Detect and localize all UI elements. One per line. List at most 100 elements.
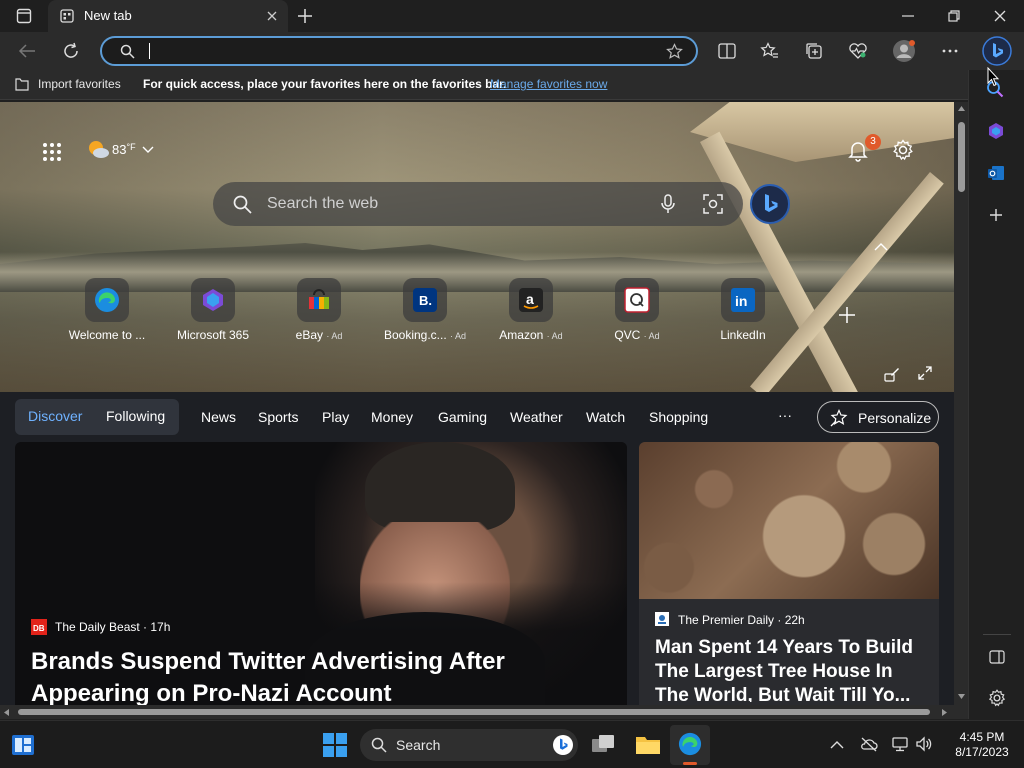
add-quick-link-plus-icon[interactable]: [838, 306, 856, 324]
quick-link[interactable]: a Amazon · Ad: [476, 278, 586, 342]
split-screen-icon[interactable]: [718, 43, 736, 59]
more-options-icon[interactable]: [942, 49, 958, 53]
web-search-box[interactable]: [213, 182, 743, 226]
temp-value: 83: [112, 142, 127, 157]
visual-search-icon[interactable]: [703, 194, 723, 214]
personalize-icon: [830, 409, 848, 427]
quick-link[interactable]: QVC · Ad: [582, 278, 692, 342]
ad-label: · Ad: [450, 331, 467, 341]
horizontal-scrollbar[interactable]: [0, 705, 968, 719]
web-search-input[interactable]: [267, 194, 647, 214]
microphone-icon[interactable]: [661, 194, 675, 214]
quick-link[interactable]: Microsoft 365: [158, 278, 268, 342]
card-headline[interactable]: Man Spent 14 Years To Build The Largest …: [655, 636, 927, 702]
tab-watch[interactable]: Watch: [586, 409, 625, 425]
tab-discover[interactable]: Discover: [28, 408, 82, 424]
favorite-star-icon[interactable]: [666, 43, 683, 60]
tab-actions-icon[interactable]: [16, 8, 32, 24]
import-favorites-button[interactable]: Import favorites: [38, 77, 121, 91]
favorites-hint-text: For quick access, place your favorites h…: [143, 77, 507, 91]
personalize-button[interactable]: Personalize: [817, 401, 939, 433]
card-headline[interactable]: Brands Suspend Twitter Advertising After…: [31, 646, 621, 705]
restore-icon[interactable]: [948, 10, 960, 22]
tab-new-tab[interactable]: New tab: [48, 0, 288, 32]
sidebar-outlook-icon[interactable]: [987, 164, 1005, 182]
clock-date: 8/17/2023: [955, 745, 1009, 759]
news-card[interactable]: The Premier Daily · 22h Man Spent 14 Yea…: [639, 442, 939, 705]
sidebar-add-plus-icon[interactable]: [989, 208, 1003, 222]
taskbar-clock[interactable]: 4:45 PM 8/17/2023: [944, 730, 1020, 760]
quick-link[interactable]: eBay · Ad: [264, 278, 374, 342]
apps-launcher-icon[interactable]: [42, 142, 62, 162]
ad-label: · Ad: [326, 331, 343, 341]
amazon-icon: a: [509, 278, 553, 322]
refresh-icon[interactable]: [62, 42, 80, 60]
expand-icon[interactable]: [918, 366, 932, 380]
tab-news[interactable]: News: [201, 409, 236, 425]
svg-text:in: in: [735, 293, 747, 309]
back-arrow-icon[interactable]: [18, 43, 36, 59]
tab-shopping[interactable]: Shopping: [649, 409, 708, 425]
browser-essentials-icon[interactable]: [848, 42, 868, 60]
minimize-icon[interactable]: [902, 15, 914, 17]
address-bar[interactable]: [100, 36, 698, 66]
horizontal-scroll-thumb[interactable]: [18, 709, 930, 715]
news-card-featured[interactable]: DB The Daily Beast · 17h Brands Suspend …: [15, 442, 627, 705]
bing-chat-button[interactable]: [750, 184, 790, 224]
edit-background-icon[interactable]: [884, 366, 900, 382]
hide-sidebar-icon[interactable]: [989, 650, 1005, 664]
page-settings-gear-icon[interactable]: [892, 139, 914, 161]
collapse-chevron-up-icon[interactable]: [874, 242, 888, 251]
tab-sports[interactable]: Sports: [258, 409, 298, 425]
cloud-sync-icon[interactable]: [860, 736, 878, 752]
vertical-scroll-thumb[interactable]: [958, 122, 965, 192]
volume-icon[interactable]: [915, 736, 933, 752]
text-caret: [149, 43, 150, 59]
task-view-icon[interactable]: [591, 734, 615, 754]
tab-play[interactable]: Play: [322, 409, 349, 425]
scroll-right-arrow-icon[interactable]: [942, 709, 947, 716]
search-icon: [233, 195, 252, 214]
quick-link[interactable]: Welcome to ...: [52, 278, 162, 342]
tab-money[interactable]: Money: [371, 409, 413, 425]
sidebar-settings-gear-icon[interactable]: [988, 689, 1006, 707]
sidebar-m365-icon[interactable]: [987, 122, 1005, 140]
temp-unit: °F: [126, 142, 136, 152]
tab-following[interactable]: Following: [106, 408, 165, 424]
tab-gaming[interactable]: Gaming: [438, 409, 487, 425]
collections-icon[interactable]: [805, 42, 823, 60]
address-input[interactable]: [146, 42, 646, 60]
taskbar-edge-app[interactable]: [670, 725, 710, 765]
import-favorites-icon: [14, 77, 30, 92]
network-icon[interactable]: [891, 736, 909, 752]
manage-favorites-link[interactable]: Manage favorites now: [490, 77, 607, 91]
favorites-icon[interactable]: [760, 42, 779, 60]
bing-logo-icon: [765, 194, 778, 212]
close-window-icon[interactable]: [994, 10, 1006, 22]
widgets-icon[interactable]: [11, 734, 35, 756]
sidebar-divider: [983, 634, 1011, 635]
mouse-cursor-icon: [987, 67, 999, 87]
favorites-bar: Import favorites For quick access, place…: [0, 70, 1024, 100]
taskbar-search[interactable]: Search: [360, 729, 578, 761]
bing-copilot-icon[interactable]: [982, 36, 1012, 66]
file-explorer-icon[interactable]: [635, 734, 661, 756]
card-source: The Premier Daily · 22h: [678, 613, 805, 627]
new-tab-button[interactable]: [296, 7, 314, 25]
scroll-down-arrow-icon[interactable]: [958, 694, 965, 699]
windows-start-icon[interactable]: [323, 733, 347, 757]
windows-taskbar: Search 4:45 PM 8/17/2023: [0, 720, 1024, 768]
profile-avatar[interactable]: [892, 39, 916, 63]
close-tab-icon[interactable]: [266, 10, 278, 22]
linkedin-icon: in: [721, 278, 765, 322]
vertical-scrollbar[interactable]: [954, 102, 968, 705]
tab-weather[interactable]: Weather: [510, 409, 563, 425]
scroll-left-arrow-icon[interactable]: [4, 709, 9, 716]
ad-label: · Ad: [546, 331, 563, 341]
quick-link[interactable]: in LinkedIn: [688, 278, 798, 342]
show-hidden-icons-chevron-up-icon[interactable]: [830, 740, 844, 749]
scroll-up-arrow-icon[interactable]: [958, 106, 965, 111]
quick-link[interactable]: B. Booking.c... · Ad: [370, 278, 480, 342]
personalize-label: Personalize: [858, 410, 932, 426]
more-tabs-button[interactable]: ···: [778, 407, 792, 423]
